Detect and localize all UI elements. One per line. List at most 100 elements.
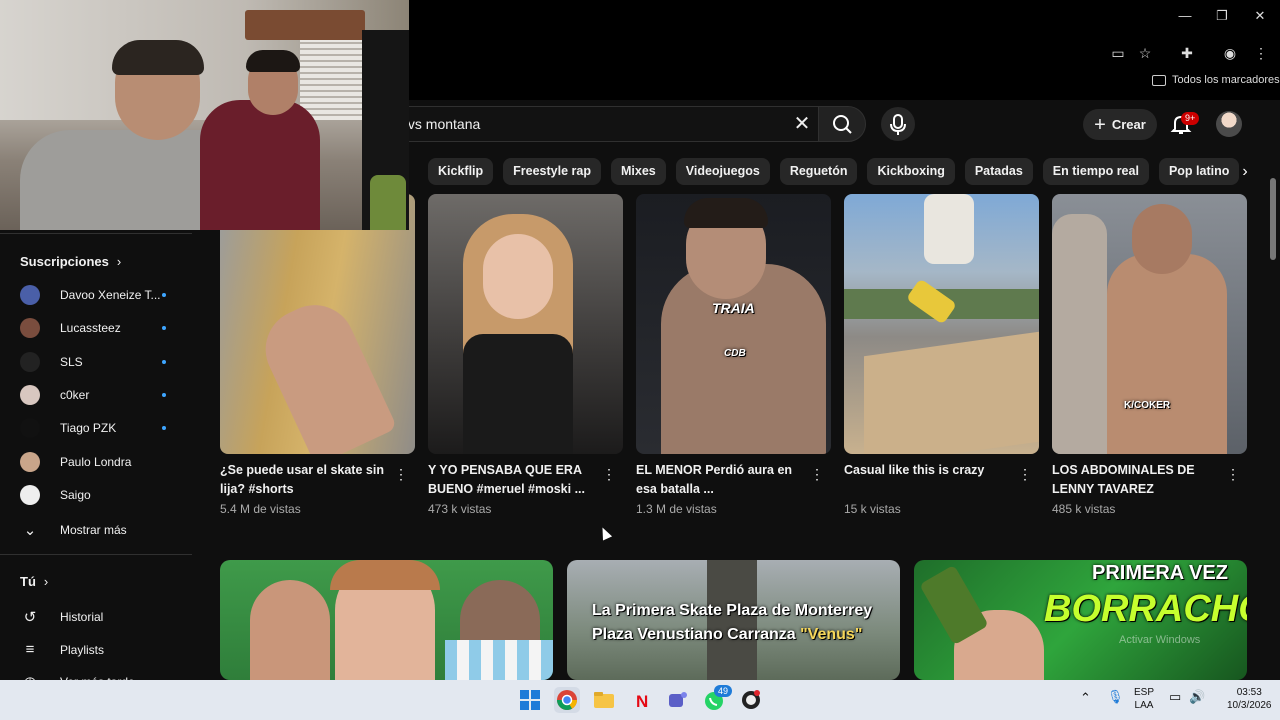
channel-name: Paulo Londra [60, 454, 132, 469]
profile-icon[interactable]: ◉ [1219, 42, 1241, 64]
restore-icon[interactable]: ❐ [1208, 6, 1236, 26]
netflix-icon[interactable]: N [628, 687, 654, 713]
scrollbar-thumb[interactable] [1270, 178, 1276, 260]
minimize-icon[interactable]: — [1171, 6, 1199, 26]
activate-windows-watermark: Activar Windows [1119, 634, 1201, 646]
filter-chip[interactable]: Kickboxing [867, 158, 955, 185]
subscription-item[interactable]: Lucassteez [20, 315, 170, 341]
bookmark-star-icon[interactable]: ☆ [1134, 42, 1156, 64]
filter-chip[interactable]: Reguetón [779, 158, 858, 185]
new-content-dot [162, 426, 166, 431]
channel-name: Davoo Xeneize T... [60, 288, 161, 302]
filter-chip[interactable]: Mixes [610, 158, 666, 185]
filter-chip[interactable]: Pop latino [1158, 158, 1240, 185]
more-options-icon[interactable]: ⋮ [602, 466, 616, 483]
search-input[interactable]: y vs montana [397, 116, 480, 132]
video-overlay-title: La Primera Skate Plaza de Monterrey [592, 602, 873, 619]
windows-start-icon[interactable] [517, 687, 543, 713]
cast-icon[interactable]: ▭ [1107, 42, 1129, 64]
account-avatar[interactable] [1216, 111, 1242, 137]
you-heading[interactable]: Tú › [20, 574, 48, 589]
video-overlay-title: PRIMERA VEZ [1092, 562, 1228, 584]
chevron-right-icon[interactable]: › [1232, 158, 1258, 185]
more-options-icon[interactable]: ⋮ [1226, 466, 1240, 483]
short-views: 5.4 M de vistas [220, 502, 301, 516]
more-options-icon[interactable]: ⋮ [810, 466, 824, 483]
mic-tray-icon[interactable]: 🎙 [1107, 690, 1124, 703]
chevron-right-icon: › [43, 574, 49, 589]
video-thumbnail[interactable]: PRIMERA VEZ BORRACHO Activar Windows [914, 560, 1247, 680]
subscriptions-heading[interactable]: Suscripciones › [20, 254, 121, 269]
clock[interactable]: 03:53 10/3/2026 [1227, 686, 1272, 712]
chevron-up-icon[interactable]: ⌃ [1080, 691, 1091, 704]
video-thumbnail[interactable] [220, 560, 553, 680]
short-overlay-text: TRAIA [712, 300, 755, 316]
all-bookmarks[interactable]: Todos los marcadores [1152, 74, 1280, 86]
short-title[interactable]: LOS ABDOMINALES DE LENNY TAVAREZ [1052, 461, 1222, 499]
filter-chip[interactable]: Freestyle rap [503, 158, 601, 185]
sidebar-item-history[interactable]: ↺ Historial [20, 608, 104, 626]
short-views: 1.3 M de vistas [636, 502, 717, 516]
short-card[interactable]: Casual like this is crazy 15 k vistas ⋮ [844, 194, 1039, 516]
short-thumbnail[interactable]: K/COKER [1052, 194, 1247, 454]
search-button[interactable] [818, 106, 866, 142]
short-title[interactable]: Y YO PENSABA QUE ERA BUENO #meruel #mosk… [428, 461, 598, 499]
whatsapp-badge: 49 [714, 685, 733, 697]
short-title[interactable]: Casual like this is crazy [844, 461, 1014, 480]
short-title[interactable]: ¿Se puede usar el skate sin lija? #short… [220, 461, 390, 499]
teams-icon[interactable] [664, 687, 690, 713]
volume-icon[interactable]: 🔊 [1189, 690, 1205, 703]
video-thumbnail[interactable]: La Primera Skate Plaza de Monterrey Plaz… [567, 560, 900, 680]
short-views: 485 k vistas [1052, 502, 1116, 516]
close-window-icon[interactable]: ✕ [1246, 6, 1274, 26]
subscription-item[interactable]: SLS [20, 349, 170, 375]
show-more-button[interactable]: ⌄ Mostrar más [20, 521, 127, 539]
chevron-down-icon: ⌄ [23, 522, 37, 539]
obs-icon[interactable] [738, 687, 764, 713]
voice-search-button[interactable] [881, 107, 915, 141]
subscription-item[interactable]: Saigo [20, 482, 170, 508]
chrome-icon[interactable] [554, 687, 580, 713]
channel-avatar [20, 418, 40, 439]
short-thumbnail[interactable]: TRAIA CDB [636, 194, 831, 454]
short-thumbnail[interactable] [844, 194, 1039, 454]
subscription-item[interactable]: c0ker [20, 382, 170, 408]
channel-name: Lucassteez [60, 321, 121, 336]
channel-avatar [20, 285, 40, 305]
more-options-icon[interactable]: ⋮ [394, 466, 408, 483]
short-card[interactable]: ¿Se puede usar el skate sin lija? #short… [220, 194, 415, 516]
new-content-dot [162, 392, 166, 397]
file-explorer-icon[interactable] [591, 687, 617, 713]
create-button[interactable]: + Crear [1083, 109, 1157, 140]
network-icon[interactable]: ▭ [1169, 690, 1181, 703]
filter-chip[interactable]: Videojuegos [675, 158, 770, 185]
sidebar-item-playlists[interactable]: ≡ Playlists [20, 641, 104, 658]
filter-chip[interactable]: Kickflip [428, 158, 494, 185]
channel-name: Tiago PZK [60, 421, 117, 436]
channel-name: c0ker [60, 387, 90, 402]
subscription-item[interactable]: Paulo Londra [20, 449, 170, 475]
short-title[interactable]: EL MENOR Perdió aura en esa batalla ... [636, 461, 806, 499]
subscription-item[interactable]: Davoo Xeneize T... [20, 282, 170, 308]
language-indicator[interactable]: ESP LAA [1134, 686, 1154, 712]
short-overlay-text: CDB [724, 348, 746, 359]
playlists-icon: ≡ [25, 641, 35, 658]
clear-search-icon[interactable]: ✕ [789, 112, 815, 136]
menu-kebab-icon[interactable]: ⋮ [1250, 42, 1272, 64]
short-card[interactable]: TRAIA CDB EL MENOR Perdió aura en esa ba… [636, 194, 831, 516]
subscription-item[interactable]: Tiago PZK [20, 415, 170, 441]
filter-chip[interactable]: En tiempo real [1042, 158, 1149, 185]
extensions-icon[interactable]: ✚ [1176, 42, 1198, 64]
filter-chip[interactable]: Patadas [964, 158, 1033, 185]
short-card[interactable]: K/COKER LOS ABDOMINALES DE LENNY TAVAREZ… [1052, 194, 1247, 516]
short-thumbnail[interactable] [428, 194, 623, 454]
short-thumbnail[interactable] [220, 194, 415, 454]
webcam-overlay [0, 0, 409, 230]
mouse-cursor-icon [597, 525, 613, 541]
short-card[interactable]: Y YO PENSABA QUE ERA BUENO #meruel #mosk… [428, 194, 623, 516]
channel-avatar [20, 451, 40, 472]
more-options-icon[interactable]: ⋮ [1018, 466, 1032, 483]
notification-badge: 9+ [1181, 112, 1200, 125]
channel-avatar [20, 484, 40, 505]
filter-chips: Kickflip Freestyle rap Mixes Videojuegos Reg… [428, 158, 1240, 185]
